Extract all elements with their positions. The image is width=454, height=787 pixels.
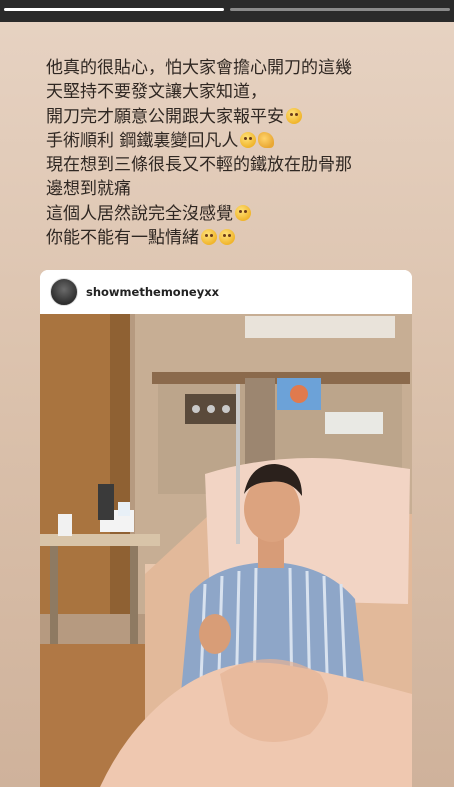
hospital-photo: [40, 314, 412, 787]
caption-line: 開刀完才願意公開跟大家報平安: [46, 105, 426, 129]
story-top-bar: [0, 0, 454, 22]
post-photo: [40, 314, 412, 787]
worried-face-icon: [286, 107, 302, 124]
avatar[interactable]: [50, 278, 78, 306]
story-progress: [4, 8, 450, 11]
caption-line: 天堅持不要發文讓大家知道，: [46, 82, 267, 103]
sweat-smile-icon: [240, 131, 257, 148]
shared-post-card[interactable]: showmethemoneyxx: [40, 270, 412, 787]
post-header: showmethemoneyxx: [40, 270, 412, 314]
story-progress-segment: [4, 8, 224, 11]
grinning-face-icon: [235, 204, 251, 221]
caption-line: 你能不能有一點情緒: [46, 226, 426, 250]
story-caption: 他真的很貼心，怕大家會擔心開刀的這幾 天堅持不要發文讓大家知道， 開刀完才願意公…: [46, 56, 426, 250]
flexed-biceps-icon: [258, 131, 275, 148]
caption-line: 現在想到三條很長又不輕的鐵放在肋骨那: [46, 155, 352, 176]
caption-line: 邊想到就痛: [46, 179, 131, 200]
grinning-face-icon: [219, 229, 235, 246]
smirk-face-icon: [201, 229, 217, 246]
caption-line: 手術順利 鋼鐵裏變回凡人: [46, 129, 426, 153]
caption-line: 他真的很貼心，怕大家會擔心開刀的這幾: [46, 58, 352, 78]
post-username[interactable]: showmethemoneyxx: [86, 285, 219, 299]
story-progress-segment: [230, 8, 450, 11]
caption-line: 這個人居然說完全沒感覺: [46, 202, 426, 226]
